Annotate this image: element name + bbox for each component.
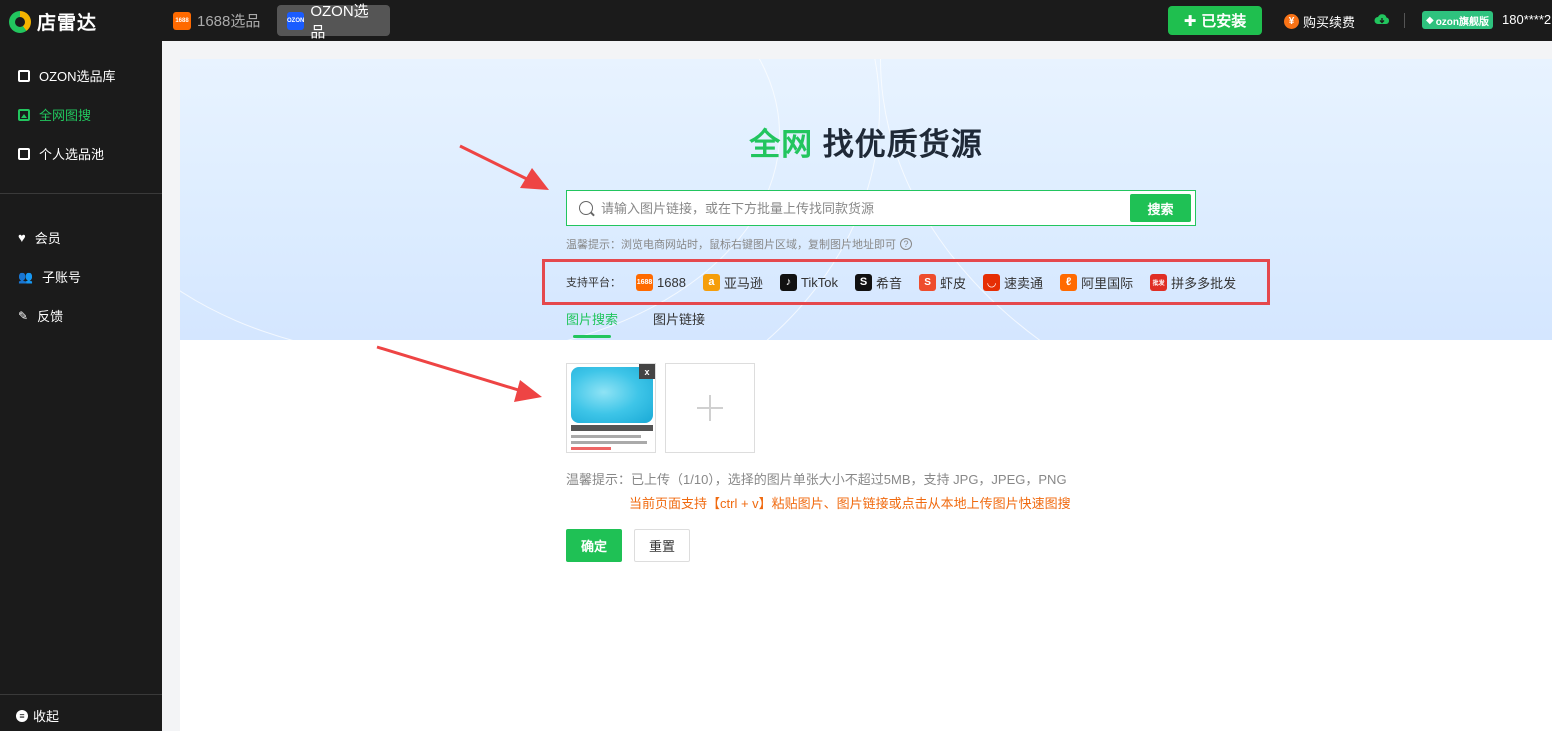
- confirm-button[interactable]: 确定: [566, 529, 622, 562]
- yen-icon: ¥: [1284, 14, 1299, 29]
- shein-icon: S: [855, 273, 873, 291]
- sidebar-item-ozon-library[interactable]: OZON选品库: [18, 66, 116, 85]
- platform-name: 亚马逊: [723, 275, 763, 291]
- sidebar-item-label: 全网图搜: [39, 108, 92, 123]
- pdd-icon: 批发: [1150, 273, 1168, 291]
- shopee-icon: S: [919, 273, 937, 291]
- platform-name: 希音: [876, 275, 903, 291]
- sidebar-item-image-search[interactable]: 全网图搜: [18, 105, 91, 124]
- sidebar-item-label: 子账号: [41, 270, 81, 285]
- hero-banner: 全网 找优质货源 搜索 温馨提示：浏览电商网站时，鼠标右键图片区域，复制图片地址…: [180, 59, 1552, 340]
- platform-shein[interactable]: S 希音: [855, 273, 902, 292]
- sidebar-item-membership[interactable]: ♥ 会员: [18, 228, 61, 247]
- search-tip-text: 温馨提示：浏览电商网站时，鼠标右键图片区域，复制图片地址即可: [566, 239, 896, 251]
- platform-amazon[interactable]: a 亚马逊: [702, 273, 763, 292]
- sidebar: OZON选品库 全网图搜 个人选品池 ♥ 会员 👥 子账号 ✎ 反馈 ≡ 收起: [0, 41, 162, 731]
- buy-renew-button[interactable]: ¥ 购买续费: [1284, 12, 1355, 31]
- thumbnail-text-line: [571, 435, 641, 438]
- add-image-button[interactable]: [665, 363, 755, 453]
- buy-renew-label: 购买续费: [1303, 15, 1356, 30]
- tab-image-link[interactable]: 图片链接: [653, 309, 705, 338]
- users-icon: 👥: [18, 269, 33, 284]
- sidebar-item-label: 反馈: [37, 309, 64, 324]
- collapse-sidebar-button[interactable]: ≡ 收起: [16, 706, 59, 725]
- upload-tip: 温馨提示：已上传（1/10），选择的图片单张大小不超过5MB，支持 JPG，JP…: [566, 472, 1067, 487]
- image-icon: [18, 108, 30, 121]
- installed-button[interactable]: ✚ 已安装: [1168, 6, 1262, 35]
- search-tip: 温馨提示：浏览电商网站时，鼠标右键图片区域，复制图片地址即可 ?: [566, 236, 912, 252]
- thumbnail-text-line: [571, 447, 611, 450]
- page-title: 全网 找优质货源: [180, 119, 1552, 164]
- main-content: 全网 找优质货源 搜索 温馨提示：浏览电商网站时，鼠标右键图片区域，复制图片地址…: [180, 59, 1552, 731]
- folder-icon: [18, 147, 30, 160]
- alibaba-intl-icon: ℓ: [1060, 273, 1078, 291]
- thumbnail-caption-bar: [571, 425, 653, 431]
- sidebar-item-label: 会员: [34, 231, 61, 246]
- title-rest: 找优质货源: [813, 127, 983, 162]
- alibaba-1688-icon: 1688: [636, 273, 653, 291]
- search-input[interactable]: [601, 200, 1130, 216]
- platform-alibaba-intl[interactable]: ℓ 阿里国际: [1060, 273, 1133, 292]
- platform-name: 虾皮: [940, 275, 967, 291]
- tab-ozon[interactable]: OZON OZON选品: [277, 3, 390, 41]
- edit-icon: ✎: [18, 308, 29, 323]
- title-highlight: 全网: [749, 127, 814, 162]
- top-divider: [1404, 13, 1405, 28]
- collapse-icon: ≡: [16, 709, 28, 722]
- tab-1688-label: 1688选品: [197, 13, 261, 30]
- search-mode-tabs: 图片搜索 图片链接: [566, 309, 705, 338]
- sidebar-divider: [0, 193, 162, 194]
- platform-1688[interactable]: 1688 1688: [636, 273, 686, 291]
- amazon-icon: a: [702, 273, 720, 291]
- thumbnail-text-line: [571, 441, 647, 444]
- search-icon: [579, 201, 593, 215]
- ozon-icon: OZON: [287, 11, 305, 30]
- installed-label: 已安装: [1201, 13, 1247, 30]
- sidebar-item-label: 个人选品池: [39, 147, 105, 162]
- platform-name: 阿里国际: [1081, 275, 1134, 291]
- alibaba-1688-icon: 1688: [173, 11, 191, 30]
- search-bar: 搜索: [566, 190, 1196, 226]
- search-button[interactable]: 搜索: [1130, 194, 1191, 222]
- platforms-label: 支持平台：: [566, 277, 621, 289]
- sidebar-item-label: OZON选品库: [39, 69, 116, 84]
- tiktok-icon: ♪: [779, 273, 797, 291]
- sidebar-item-personal-pool[interactable]: 个人选品池: [18, 144, 104, 163]
- platform-aliexpress[interactable]: ◡ 速卖通: [983, 273, 1043, 292]
- platform-pdd-wholesale[interactable]: 批发 拼多多批发: [1150, 273, 1236, 292]
- platform-shopee[interactable]: S 虾皮: [919, 273, 966, 292]
- reset-button[interactable]: 重置: [634, 529, 690, 562]
- plus-icon: [697, 395, 723, 421]
- platform-name: 速卖通: [1004, 275, 1044, 291]
- tab-ozon-label: OZON选品: [310, 2, 369, 41]
- platform-name: 拼多多批发: [1171, 275, 1237, 291]
- tab-image-search[interactable]: 图片搜索: [566, 309, 618, 338]
- puzzle-icon: ✚: [1183, 12, 1197, 30]
- top-bar: 店雷达 1688 1688选品 OZON OZON选品 ✚ 已安装 ¥ 购买续费…: [0, 0, 1552, 41]
- remove-image-button[interactable]: x: [639, 364, 655, 379]
- uploaded-image-thumbnail[interactable]: x: [566, 363, 656, 453]
- diamond-icon: ◆: [1426, 14, 1434, 26]
- vip-badge[interactable]: ◆ ozon旗舰版: [1422, 11, 1494, 29]
- tab-1688[interactable]: 1688 1688选品: [163, 5, 270, 36]
- sidebar-divider-bottom: [0, 694, 162, 695]
- logo-icon: [9, 10, 31, 33]
- supported-platforms: 支持平台： 1688 1688 a 亚马逊 ♪ TikTok S 希音 S 虾皮: [542, 259, 1270, 305]
- heart-icon: ♥: [18, 230, 26, 245]
- paste-tip: 当前页面支持【ctrl + v】粘贴图片、图片链接或点击从本地上传图片快速图搜: [629, 496, 1071, 511]
- platform-name: TikTok: [800, 274, 839, 290]
- platform-tiktok[interactable]: ♪ TikTok: [779, 273, 839, 291]
- sidebar-item-feedback[interactable]: ✎ 反馈: [18, 306, 63, 325]
- sidebar-item-sub-accounts[interactable]: 👥 子账号: [18, 267, 81, 286]
- list-icon: [18, 69, 30, 82]
- platform-name: 1688: [657, 274, 686, 290]
- app-name: 店雷达: [37, 13, 98, 34]
- user-account[interactable]: 180****2: [1502, 12, 1551, 27]
- app-logo[interactable]: 店雷达: [9, 8, 97, 35]
- vip-label: ozon旗舰版: [1435, 16, 1490, 28]
- aliexpress-icon: ◡: [983, 273, 1001, 291]
- collapse-label: 收起: [33, 709, 60, 724]
- cloud-download-icon[interactable]: [1374, 13, 1390, 27]
- help-icon[interactable]: ?: [900, 238, 912, 250]
